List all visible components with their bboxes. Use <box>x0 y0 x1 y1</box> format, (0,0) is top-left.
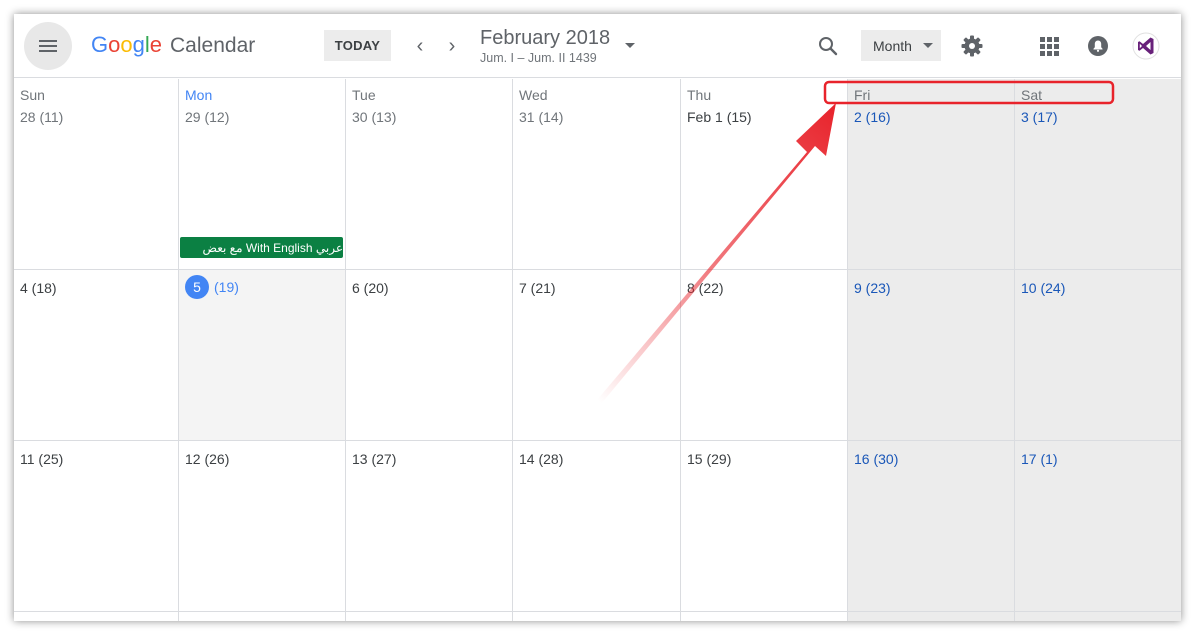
date-label[interactable]: 15 (29) <box>687 451 731 467</box>
view-selector-label: Month <box>873 37 912 54</box>
period-label[interactable]: February 2018 Jum. I – Jum. II 1439 <box>480 26 610 66</box>
day-cell[interactable]: 14 (28) <box>513 441 680 611</box>
logo-letter: G <box>91 32 109 57</box>
day-cell[interactable]: 9 (23) <box>848 270 1014 440</box>
date-label[interactable]: 10 (24) <box>1021 280 1065 296</box>
view-selector[interactable]: Month <box>861 30 941 61</box>
day-cell[interactable]: 11 (25) <box>14 441 178 611</box>
day-cell[interactable]: 15 (29) <box>681 441 847 611</box>
bell-icon[interactable] <box>1086 34 1110 58</box>
apps-dot <box>1054 37 1059 42</box>
next-period-button[interactable]: › <box>441 35 463 57</box>
day-cell[interactable]: Wed 31 (14) <box>513 79 680 269</box>
day-cell[interactable]: 16 (30) <box>848 441 1014 611</box>
weekday-header-mon: Mon <box>185 87 213 103</box>
gear-icon[interactable] <box>960 34 984 58</box>
date-label[interactable]: 29 (12) <box>185 109 229 125</box>
date-label[interactable]: 14 (28) <box>519 451 563 467</box>
day-cell[interactable]: 12 (26) <box>179 441 345 611</box>
apps-dot <box>1054 51 1059 56</box>
day-cell-today[interactable]: 5 (19) <box>179 270 345 440</box>
date-label[interactable]: 30 (13) <box>352 109 396 125</box>
period-subtitle: Jum. I – Jum. II 1439 <box>480 51 597 65</box>
day-cell[interactable]: Fri 2 (16) <box>848 79 1014 269</box>
apps-dot <box>1047 51 1052 56</box>
date-label[interactable]: 11 (25) <box>20 451 63 467</box>
date-label[interactable]: 13 (27) <box>352 451 396 467</box>
logo-letter: g <box>132 32 145 57</box>
month-grid: Sun 28 (11) Mon 29 (12) Tue 30 (13) Wed … <box>14 79 1181 621</box>
day-cell[interactable]: 7 (21) <box>513 270 680 440</box>
date-label[interactable]: 17 (1) <box>1021 451 1058 467</box>
day-cell[interactable]: Sun 28 (11) <box>14 79 178 269</box>
day-cell[interactable]: Thu Feb 1 (15) <box>681 79 847 269</box>
weekday-header-thu: Thu <box>687 87 712 103</box>
app-name: Calendar <box>170 34 256 57</box>
today-hijri-label: (19) <box>214 279 239 295</box>
date-label[interactable]: 16 (30) <box>854 451 898 467</box>
chevron-right-icon: › <box>448 34 456 57</box>
date-label[interactable]: 31 (14) <box>519 109 563 125</box>
date-label[interactable]: 12 (26) <box>185 451 229 467</box>
apps-dot <box>1040 44 1045 49</box>
date-label[interactable]: 2 (16) <box>854 109 891 125</box>
date-label[interactable]: 7 (21) <box>519 280 556 296</box>
weekday-header-sat: Sat <box>1021 87 1043 103</box>
main-menu-button[interactable] <box>24 22 72 70</box>
menu-icon <box>39 40 57 52</box>
date-label[interactable]: 4 (18) <box>20 280 57 296</box>
google-wordmark: Google <box>91 32 162 58</box>
app-logo[interactable]: Google Calendar <box>91 32 255 62</box>
date-label[interactable]: 3 (17) <box>1021 109 1058 125</box>
search-icon[interactable] <box>816 34 840 58</box>
day-cell[interactable]: 13 (27) <box>346 441 512 611</box>
visual-studio-icon[interactable] <box>1132 32 1160 60</box>
day-cell[interactable]: 4 (18) <box>14 270 178 440</box>
logo-letter: o <box>108 32 121 57</box>
period-title: February 2018 <box>480 27 611 49</box>
today-button[interactable]: TODAY <box>324 30 391 61</box>
chevron-left-icon: ‹ <box>416 34 424 57</box>
date-label[interactable]: Feb 1 (15) <box>687 109 752 125</box>
today-date-badge[interactable]: 5 <box>185 275 209 299</box>
weekday-header-fri: Fri <box>854 87 871 103</box>
caret-down-icon <box>923 43 933 48</box>
weekday-header-tue: Tue <box>352 87 376 103</box>
calendar-window: Google Calendar TODAY ‹ › February 2018 … <box>14 14 1181 621</box>
apps-dot <box>1040 37 1045 42</box>
logo-letter: e <box>149 32 163 57</box>
event-chip[interactable]: عربي With English مع بعض <box>180 237 343 258</box>
apps-grid-icon[interactable] <box>1038 35 1060 57</box>
date-label[interactable]: 9 (23) <box>854 280 891 296</box>
day-cell[interactable]: Tue 30 (13) <box>346 79 512 269</box>
date-label[interactable]: 8 (22) <box>687 280 724 296</box>
weekday-header-sun: Sun <box>20 87 45 103</box>
apps-dot <box>1047 37 1052 42</box>
date-label[interactable]: 6 (20) <box>352 280 389 296</box>
day-cell[interactable]: 17 (1) <box>1015 441 1181 611</box>
apps-dot <box>1054 44 1059 49</box>
day-cell[interactable]: 10 (24) <box>1015 270 1181 440</box>
date-label[interactable]: 28 (11) <box>20 109 63 125</box>
logo-letter: o <box>120 32 133 57</box>
period-dropdown-icon[interactable] <box>625 43 635 48</box>
apps-dot <box>1040 51 1045 56</box>
day-cell[interactable]: 6 (20) <box>346 270 512 440</box>
previous-period-button[interactable]: ‹ <box>409 35 431 57</box>
weekday-header-wed: Wed <box>519 87 548 103</box>
day-cell[interactable]: Sat 3 (17) <box>1015 79 1181 269</box>
top-app-bar: Google Calendar TODAY ‹ › February 2018 … <box>14 14 1181 78</box>
day-cell[interactable]: 8 (22) <box>681 270 847 440</box>
grid-divider <box>14 611 1181 612</box>
apps-dot <box>1047 44 1052 49</box>
